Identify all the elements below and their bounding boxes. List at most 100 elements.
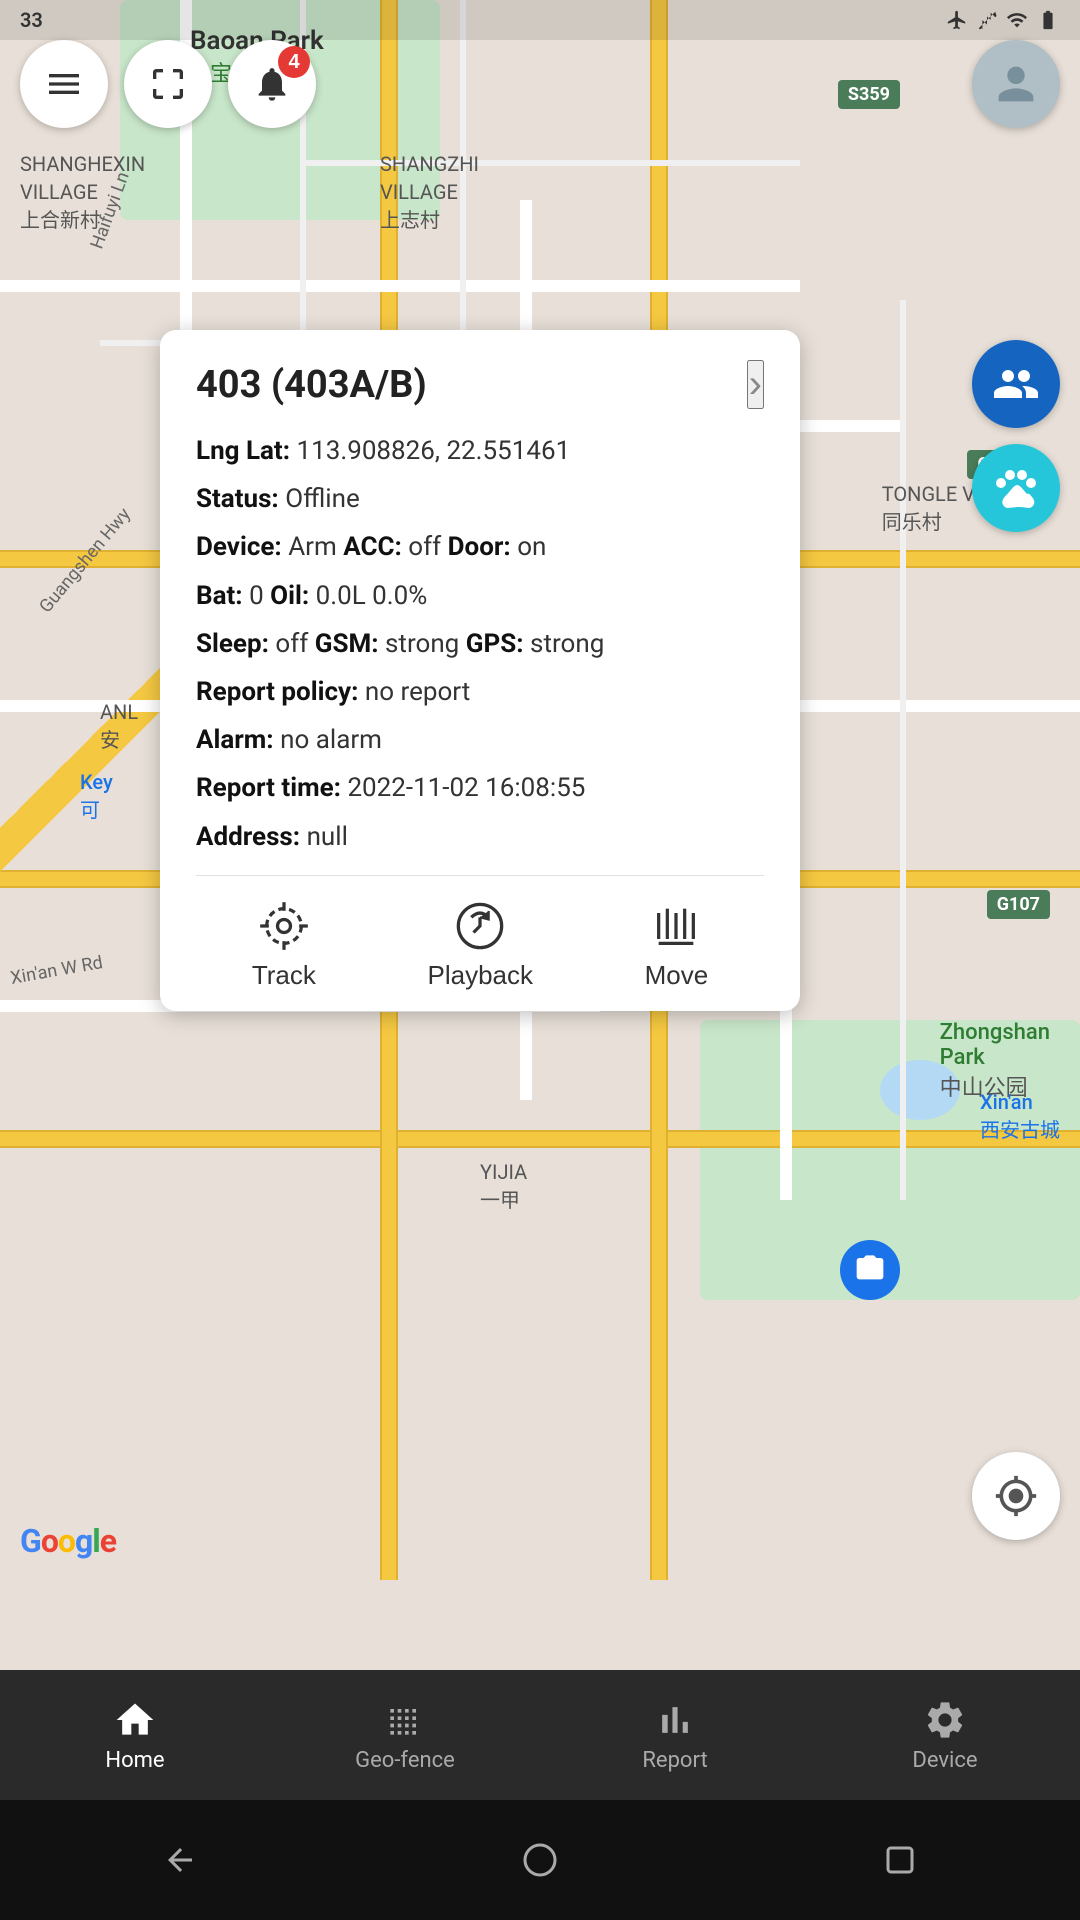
lng-lat-value: 113.908826, 22.551461: [297, 436, 571, 466]
track-label: Track: [252, 960, 316, 991]
bottom-nav: Home Geo-fence Report Device: [0, 1670, 1080, 1800]
avatar-button[interactable]: [972, 40, 1060, 128]
popup-actions: Track Playback Move: [196, 892, 764, 991]
report-time-value: 2022-11-02 16:08:55: [347, 773, 585, 803]
google-logo: Google: [20, 1522, 116, 1560]
status-time: 33: [20, 8, 43, 32]
bat-row: Bat: 0 Oil: 0.0L 0.0%: [196, 574, 764, 618]
gps-value: strong: [530, 629, 604, 659]
avatar-icon: [990, 58, 1042, 110]
acc-label: ACC:: [343, 532, 402, 562]
menu-icon: [44, 64, 84, 104]
nav-item-report[interactable]: Report: [540, 1688, 810, 1783]
report-time-row: Report time: 2022-11-02 16:08:55: [196, 766, 764, 810]
status-row: Status: Offline: [196, 477, 764, 521]
nav-item-home[interactable]: Home: [0, 1688, 270, 1783]
alarm-value: no alarm: [280, 725, 382, 755]
sleep-row: Sleep: off GSM: strong GPS: strong: [196, 622, 764, 666]
pet-button[interactable]: [972, 444, 1060, 532]
playback-icon: [454, 900, 506, 952]
people-icon: [992, 360, 1040, 408]
geofence-nav-label: Geo-fence: [355, 1748, 455, 1773]
home-nav-label: Home: [105, 1748, 164, 1773]
bat-value: 0: [249, 581, 264, 611]
report-icon: [653, 1698, 697, 1742]
settings-icon: [923, 1698, 967, 1742]
device-info-popup: 403 (403A/B) › Lng Lat: 113.908826, 22.5…: [160, 330, 800, 1011]
anl-label: ANL安: [100, 700, 138, 753]
right-side-buttons: [972, 340, 1060, 532]
move-icon: [650, 900, 702, 952]
popup-divider: [196, 875, 764, 876]
gps-label: GPS:: [466, 629, 524, 659]
device-label: Device:: [196, 532, 282, 562]
yijia-label: YIJIA一甲: [480, 1160, 527, 1213]
location-icon: [994, 1474, 1038, 1518]
airplane-icon: [946, 9, 968, 31]
geofence-icon: [383, 1698, 427, 1742]
gsm-label: GSM:: [315, 629, 379, 659]
address-label: Address:: [196, 822, 300, 852]
report-policy-row: Report policy: no report: [196, 670, 764, 714]
door-label: Door:: [448, 532, 511, 562]
sleep-value: off: [275, 629, 308, 659]
people-button[interactable]: [972, 340, 1060, 428]
notification-button[interactable]: 4: [228, 40, 316, 128]
android-back-button[interactable]: [162, 1842, 198, 1878]
move-label: Move: [645, 960, 709, 991]
village2-label: SHANGZHIVILLAGE上志村: [380, 150, 479, 234]
android-home-button[interactable]: [522, 1842, 558, 1878]
road-white-h1: [0, 280, 800, 292]
nav-item-geofence[interactable]: Geo-fence: [270, 1688, 540, 1783]
notification-badge: 4: [278, 46, 310, 78]
xinan-label: Xin'an西安古城: [980, 1090, 1060, 1143]
back-icon: [162, 1842, 198, 1878]
road-thin-h1: [300, 160, 800, 166]
bat-label: Bat:: [196, 581, 243, 611]
home-icon: [113, 1698, 157, 1742]
road-thin-v3: [900, 300, 906, 1200]
nav-item-device[interactable]: Device: [810, 1688, 1080, 1783]
report-time-label: Report time:: [196, 773, 341, 803]
road-tag-g107: G107: [987, 890, 1050, 919]
report-policy-label: Report policy:: [196, 677, 358, 707]
status-icons: [946, 9, 1060, 31]
top-left-buttons: 4: [20, 40, 316, 128]
lng-lat-label: Lng Lat:: [196, 436, 290, 466]
alarm-row: Alarm: no alarm: [196, 718, 764, 762]
status-label: Status:: [196, 484, 279, 514]
paw-icon: [992, 464, 1040, 512]
road-horizontal-3: [0, 1130, 1080, 1148]
frame-button[interactable]: [124, 40, 212, 128]
gsm-value: strong: [385, 629, 459, 659]
alarm-label: Alarm:: [196, 725, 274, 755]
android-home-icon: [522, 1842, 558, 1878]
top-bar: 4: [0, 40, 1080, 128]
signal-icon: [1006, 9, 1028, 31]
oil-value: 0.0L 0.0%: [316, 581, 428, 611]
popup-header: 403 (403A/B) ›: [196, 360, 764, 409]
android-nav-bar: [0, 1800, 1080, 1920]
xinan-rd-label: Xin'an W Rd: [9, 952, 105, 989]
popup-title: 403 (403A/B): [196, 363, 427, 407]
track-button[interactable]: Track: [252, 900, 316, 991]
battery-icon: [1036, 9, 1060, 31]
android-recent-button[interactable]: [882, 1842, 918, 1878]
frame-icon: [148, 64, 188, 104]
door-value: on: [517, 532, 546, 562]
track-icon: [258, 900, 310, 952]
device-row: Device: Arm ACC: off Door: on: [196, 525, 764, 569]
camera-marker: [840, 1240, 900, 1300]
device-value: Arm: [288, 532, 337, 562]
report-policy-value: no report: [365, 677, 470, 707]
menu-button[interactable]: [20, 40, 108, 128]
address-row: Address: null: [196, 815, 764, 859]
report-nav-label: Report: [642, 1748, 707, 1773]
key-label: Key可: [80, 770, 113, 823]
popup-arrow-button[interactable]: ›: [747, 360, 764, 409]
move-button[interactable]: Move: [645, 900, 709, 991]
sleep-label: Sleep:: [196, 629, 269, 659]
location-button[interactable]: [972, 1452, 1060, 1540]
lng-lat-row: Lng Lat: 113.908826, 22.551461: [196, 429, 764, 473]
playback-button[interactable]: Playback: [427, 900, 533, 991]
